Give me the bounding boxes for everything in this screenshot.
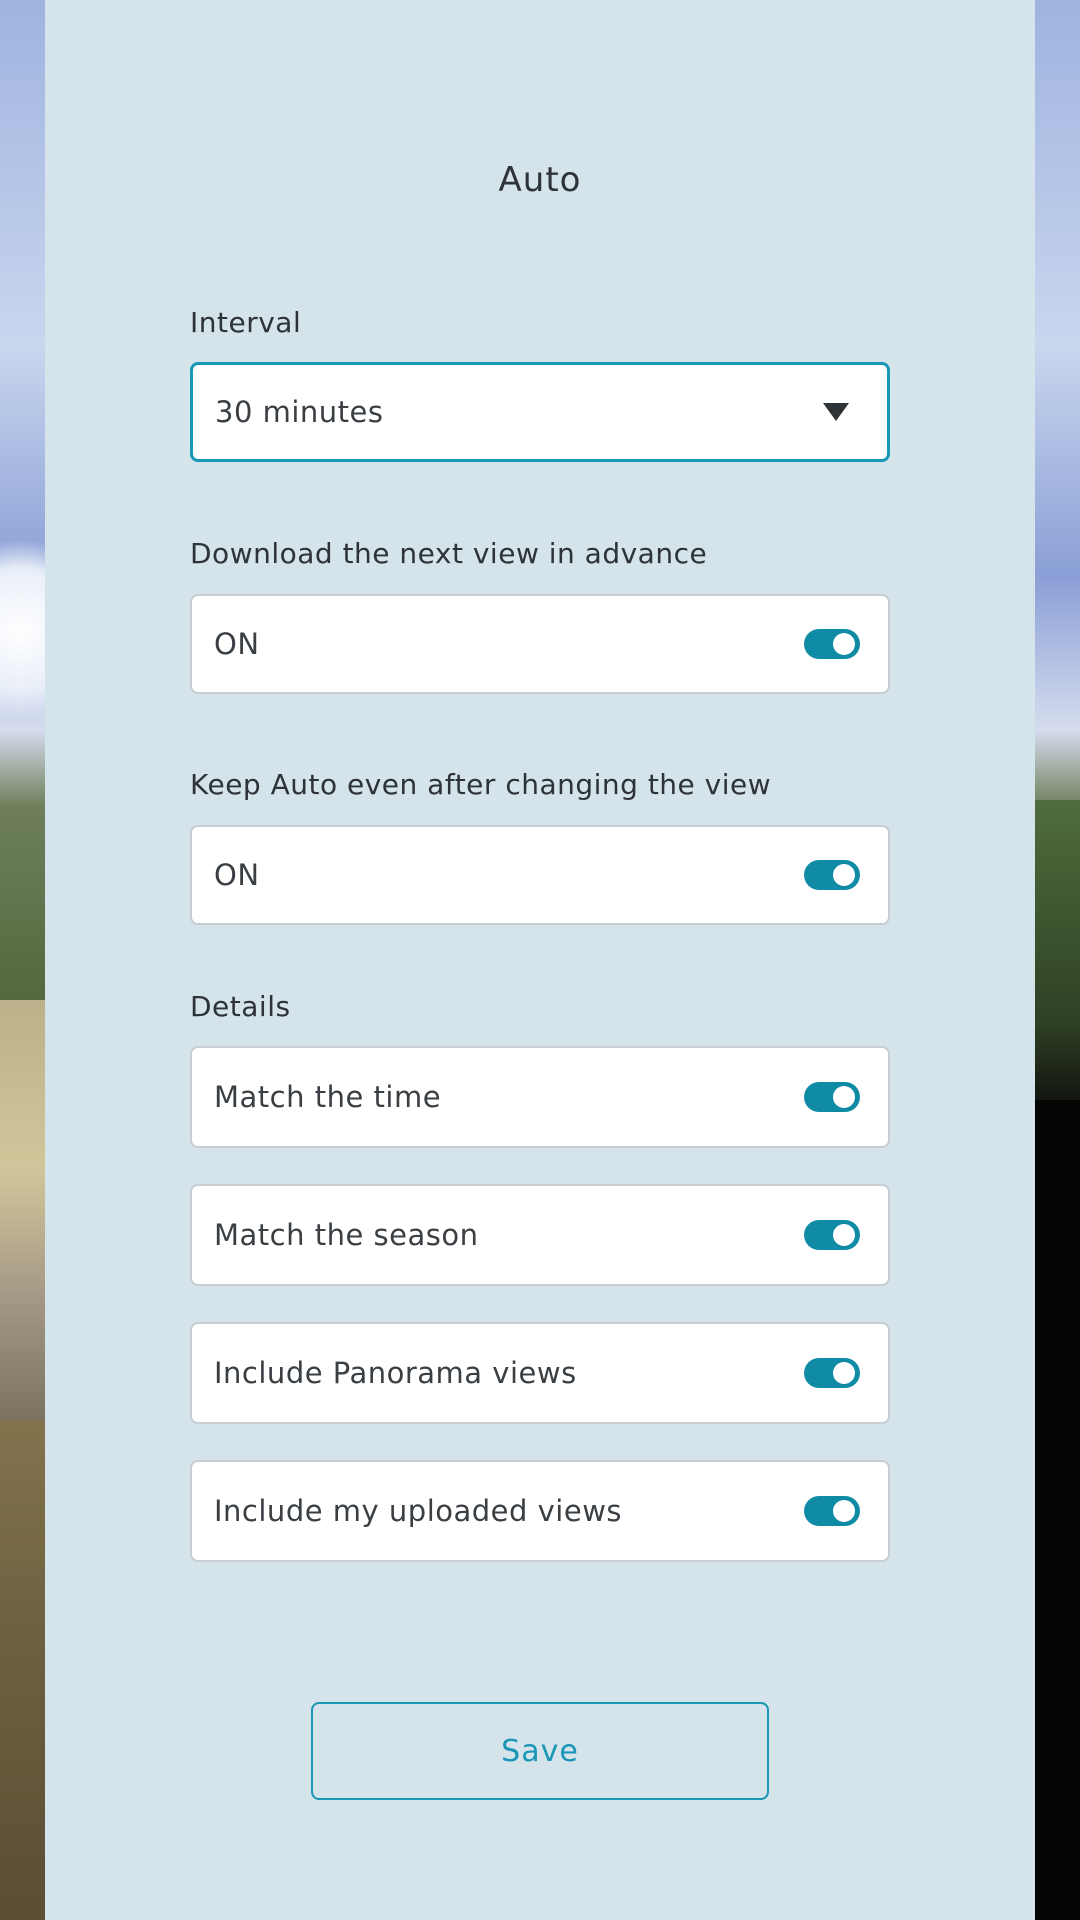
toggle-knob xyxy=(833,633,855,655)
detail-item-label: Include Panorama views xyxy=(214,1356,577,1390)
background-shadow xyxy=(1035,1100,1080,1920)
detail-item-match-time: Match the time xyxy=(190,1046,890,1148)
background-trees xyxy=(1035,800,1080,1120)
toggle-knob xyxy=(833,1086,855,1108)
keep-auto-label: Keep Auto even after changing the view xyxy=(190,768,772,801)
background-cloud xyxy=(0,520,45,740)
panorama-toggle[interactable] xyxy=(804,1358,860,1388)
detail-item-match-season: Match the season xyxy=(190,1184,890,1286)
detail-item-label: Include my uploaded views xyxy=(214,1494,623,1528)
toggle-knob xyxy=(833,1224,855,1246)
toggle-knob xyxy=(833,1362,855,1384)
keep-auto-row: ON xyxy=(190,825,890,925)
detail-item-uploaded: Include my uploaded views xyxy=(190,1460,890,1562)
detail-item-panorama: Include Panorama views xyxy=(190,1322,890,1424)
interval-label: Interval xyxy=(190,306,302,339)
save-button[interactable]: Save xyxy=(311,1702,769,1800)
interval-value: 30 minutes xyxy=(215,395,384,429)
download-next-toggle[interactable] xyxy=(804,629,860,659)
detail-item-label: Match the season xyxy=(214,1218,479,1252)
download-next-label: Download the next view in advance xyxy=(190,537,708,570)
uploaded-toggle[interactable] xyxy=(804,1496,860,1526)
interval-select[interactable]: 30 minutes xyxy=(190,362,890,462)
auto-settings-panel: Auto Interval 30 minutes Download the ne… xyxy=(45,0,1035,1920)
toggle-knob xyxy=(833,864,855,886)
download-next-value: ON xyxy=(214,627,260,661)
detail-item-label: Match the time xyxy=(214,1080,442,1114)
download-next-row: ON xyxy=(190,594,890,694)
details-label: Details xyxy=(190,990,291,1023)
match-season-toggle[interactable] xyxy=(804,1220,860,1250)
keep-auto-toggle[interactable] xyxy=(804,860,860,890)
background-cliff xyxy=(0,1000,45,1420)
caret-down-icon xyxy=(823,403,849,421)
page-title: Auto xyxy=(498,160,582,200)
toggle-knob xyxy=(833,1500,855,1522)
keep-auto-value: ON xyxy=(214,858,260,892)
match-time-toggle[interactable] xyxy=(804,1082,860,1112)
